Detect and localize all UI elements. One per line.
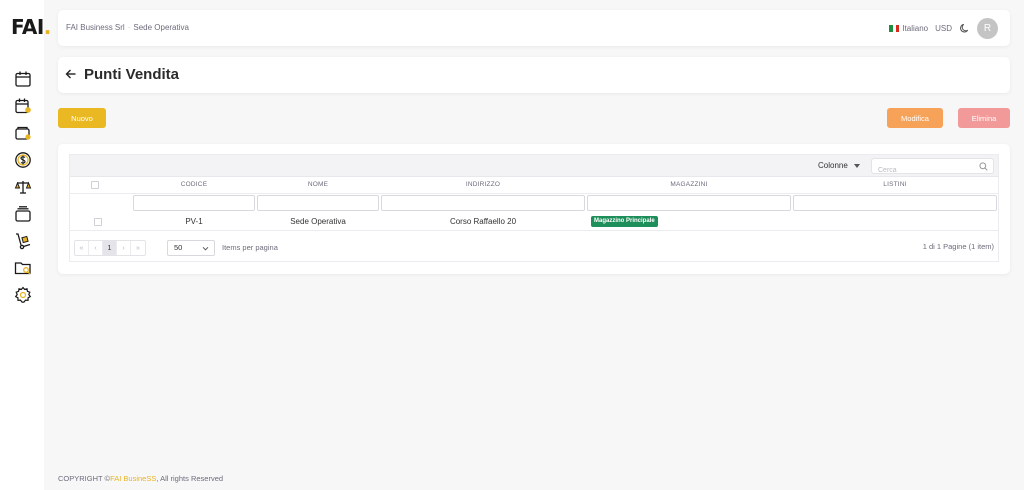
page-size-label: Items per pagina — [222, 243, 278, 252]
grid-card: Colonne CODICE NOME INDIRIZZO MAGAZZINI … — [58, 144, 1010, 274]
select-all-checkbox[interactable] — [91, 181, 99, 189]
column-header-codice[interactable]: CODICE — [132, 181, 256, 188]
grid-filter-row — [70, 194, 998, 213]
italy-flag-icon — [889, 25, 900, 33]
hand-truck-icon[interactable] — [14, 232, 32, 250]
page-info: 1 di 1 Pagine (1 item) — [922, 242, 994, 251]
sidebar: FAI. — [0, 0, 51, 490]
filter-magazzini-input[interactable] — [587, 195, 791, 211]
columns-chooser-button[interactable]: Colonne — [818, 161, 860, 170]
scale-icon[interactable] — [14, 178, 32, 196]
app-logo[interactable]: FAI. — [11, 15, 51, 39]
breadcrumb: FAI Business Srl · Sede Operativa — [66, 23, 189, 32]
calendar-user-icon[interactable] — [14, 97, 32, 115]
caret-down-icon — [853, 163, 860, 168]
column-header-listini[interactable]: LISTINI — [792, 181, 998, 188]
user-avatar[interactable]: R — [977, 18, 998, 39]
language-selector[interactable]: Italiano — [889, 24, 928, 33]
folder-search-icon[interactable] — [14, 259, 32, 277]
breadcrumb-location[interactable]: Sede Operativa — [133, 23, 189, 32]
search-icon[interactable] — [979, 162, 988, 171]
delete-button[interactable]: Elimina — [958, 108, 1010, 128]
column-header-nome[interactable]: NOME — [256, 181, 380, 188]
breadcrumb-company[interactable]: FAI Business Srl — [66, 23, 125, 32]
table-row[interactable]: PV-1 Sede Operativa Corso Raffaello 20 M… — [70, 213, 998, 231]
page-size-select[interactable]: 50 — [167, 240, 215, 256]
top-navbar: FAI Business Srl · Sede Operativa Italiano… — [58, 10, 1010, 46]
currency-selector[interactable]: USD — [935, 24, 952, 33]
next-page-button[interactable]: › — [117, 241, 131, 255]
grid-pager: « ‹ 1 › » 50 Items per pagina 1 di 1 Pag… — [70, 231, 998, 261]
row-checkbox[interactable] — [94, 218, 102, 226]
grid-header-row: CODICE NOME INDIRIZZO MAGAZZINI LISTINI — [70, 177, 998, 194]
column-header-magazzini[interactable]: MAGAZZINI — [586, 181, 792, 188]
footer-brand-link[interactable]: FAI BusineSS — [110, 474, 156, 483]
back-arrow-icon[interactable] — [65, 68, 77, 80]
filter-nome-input[interactable] — [257, 195, 379, 211]
page-header: Punti Vendita — [58, 57, 1010, 93]
prev-page-button[interactable]: ‹ — [89, 241, 103, 255]
navbar-controls: Italiano USD R — [889, 18, 998, 39]
new-button[interactable]: Nuovo — [58, 108, 106, 128]
page-title: Punti Vendita — [84, 66, 180, 83]
search-input[interactable] — [872, 163, 967, 178]
edit-button[interactable]: Modifica — [887, 108, 943, 128]
pagination: « ‹ 1 › » — [74, 240, 146, 256]
cards-stack-icon[interactable] — [14, 205, 32, 223]
dollar-coin-icon[interactable] — [14, 151, 32, 169]
page-number-button[interactable]: 1 — [103, 241, 117, 255]
calendar-icon[interactable] — [14, 70, 32, 88]
filter-listini-input[interactable] — [793, 195, 997, 211]
column-header-indirizzo[interactable]: INDIRIZZO — [380, 181, 586, 188]
cell-indirizzo: Corso Raffaello 20 — [449, 217, 517, 226]
footer-copyright: COPYRIGHT ©FAI BusineSS, All rights Rese… — [58, 474, 224, 483]
breadcrumb-separator: · — [127, 23, 131, 32]
last-page-button[interactable]: » — [131, 241, 145, 255]
magazzino-badge: Magazzino Principale — [591, 216, 658, 227]
wallet-icon[interactable] — [14, 124, 32, 142]
settings-gear-icon[interactable] — [14, 286, 32, 304]
filter-indirizzo-input[interactable] — [381, 195, 585, 211]
grid-toolbar: Colonne — [70, 155, 998, 178]
chevron-down-icon — [202, 245, 209, 252]
moon-icon[interactable] — [959, 23, 970, 34]
cell-nome: Sede Operativa — [290, 217, 346, 226]
filter-codice-input[interactable] — [133, 195, 255, 211]
data-grid: Colonne CODICE NOME INDIRIZZO MAGAZZINI … — [69, 154, 999, 262]
first-page-button[interactable]: « — [75, 241, 89, 255]
grid-search — [871, 158, 994, 178]
cell-codice: PV-1 — [185, 217, 203, 226]
